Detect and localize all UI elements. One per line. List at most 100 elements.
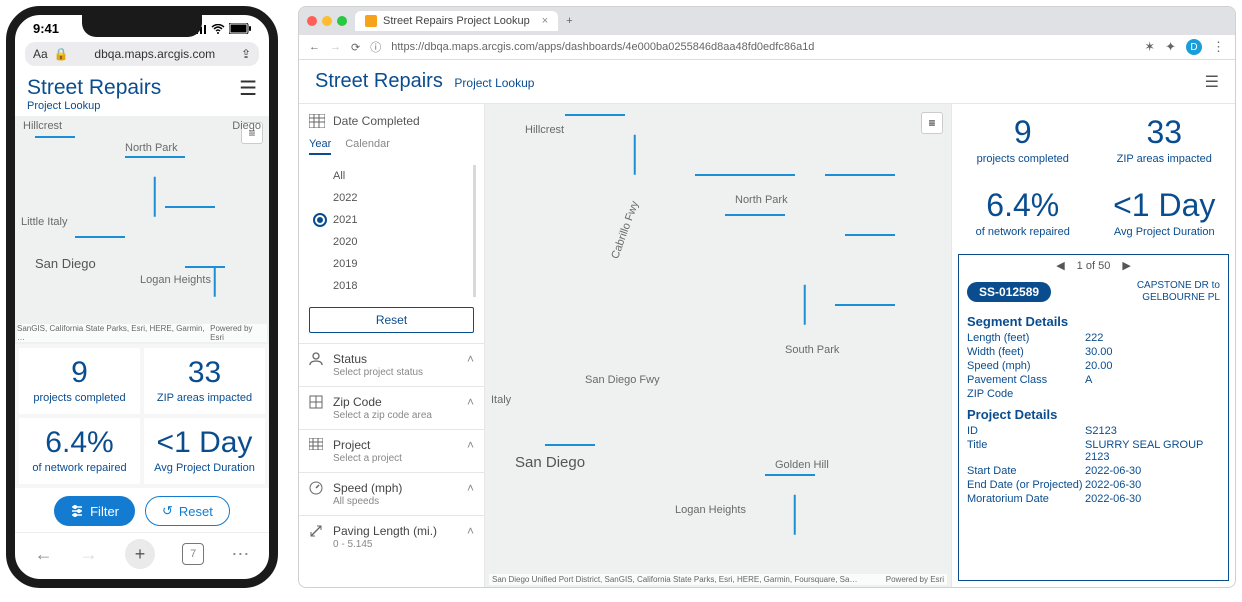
stat-label: Avg Project Duration — [1098, 226, 1232, 238]
bookmark-icon[interactable]: ✦ — [1165, 39, 1176, 55]
browser-window: Street Repairs Project Lookup × + ← → ⟳ … — [298, 6, 1236, 588]
url-field[interactable]: https://dbqa.maps.arcgis.com/apps/dashbo… — [391, 41, 1134, 53]
profile-avatar[interactable]: D — [1186, 39, 1202, 55]
map-label: Logan Heights — [140, 274, 211, 286]
filter-project[interactable]: Project Select a project ˄ — [299, 429, 484, 472]
browser-tab[interactable]: Street Repairs Project Lookup × — [355, 11, 558, 31]
stat-label: Avg Project Duration — [146, 462, 263, 474]
filter-paving-length[interactable]: Paving Length (mi.) 0 - 5.145 ˄ — [299, 515, 484, 558]
menu-icon[interactable]: ⋮ — [1212, 39, 1225, 55]
site-info-icon[interactable]: ⓘ — [370, 39, 381, 55]
year-option[interactable]: 2022 — [305, 187, 473, 209]
favicon-icon — [365, 15, 377, 27]
filter-title: Zip Code — [333, 395, 459, 409]
filter-date-completed: Date Completed — [299, 104, 484, 138]
filter-title: Paving Length (mi.) — [333, 524, 459, 538]
reload-icon[interactable]: ⟳ — [351, 41, 360, 54]
back-icon[interactable]: ← — [35, 544, 53, 565]
year-option[interactable]: 2018 — [305, 275, 473, 297]
forward-icon[interactable]: → — [80, 544, 98, 565]
lock-icon: 🔒 — [54, 47, 69, 61]
chevron-up-icon: ˄ — [467, 524, 474, 538]
forward-icon[interactable]: → — [330, 41, 341, 53]
map-label: North Park — [735, 194, 788, 206]
chevron-up-icon: ˄ — [467, 438, 474, 452]
map-label: San Diego — [515, 454, 585, 471]
filter-sub: Select a zip code area — [333, 410, 459, 421]
project-id-badge: SS-012589 — [967, 282, 1051, 302]
legend-button[interactable]: ≡ — [921, 112, 943, 134]
stat-label: ZIP areas impacted — [146, 392, 263, 404]
filter-sub: Select a project — [333, 453, 459, 464]
phone-map[interactable]: ≡ Hillcrest North Park Little Italy San … — [15, 116, 269, 344]
share-icon[interactable]: ⇪ — [241, 47, 251, 61]
sliders-icon — [70, 505, 84, 517]
new-tab-icon[interactable]: + — [566, 15, 572, 27]
map[interactable]: ≡ Hillcrest North Park San Diego Logan H… — [485, 104, 951, 587]
minimize-icon[interactable] — [322, 16, 332, 26]
grid-icon — [309, 438, 325, 450]
map-label: Hillcrest — [23, 120, 62, 132]
detail-row: Moratorium Date2022-06-30 — [959, 492, 1228, 506]
tabs-button[interactable]: 7 — [182, 543, 204, 565]
calendar-grid-icon — [309, 114, 325, 128]
right-column: 9 projects completed 33 ZIP areas impact… — [951, 104, 1235, 587]
map-label: Golden Hill — [775, 459, 829, 471]
filter-title: Speed (mph) — [333, 481, 459, 495]
back-icon[interactable]: ← — [309, 41, 320, 53]
expand-icon — [309, 524, 325, 538]
more-icon[interactable]: ⋯ — [231, 544, 249, 565]
tab-year[interactable]: Year — [309, 138, 331, 155]
detail-row: Speed (mph)20.00 — [959, 359, 1228, 373]
stat-value: 33 — [146, 356, 263, 390]
phone-urlbar[interactable]: Aa 🔒 dbqa.maps.arcgis.com ⇪ — [25, 42, 259, 66]
tab-calendar[interactable]: Calendar — [345, 138, 390, 155]
year-option[interactable]: 2021 — [305, 209, 473, 231]
year-option[interactable]: 2020 — [305, 231, 473, 253]
map-label: San Diego — [35, 256, 96, 271]
menu-icon[interactable]: ☰ — [1205, 72, 1219, 92]
wifi-icon — [211, 24, 225, 34]
filter-sub: 0 - 5.145 — [333, 539, 459, 550]
close-tab-icon[interactable]: × — [542, 15, 548, 27]
filter-sub: All speeds — [333, 496, 459, 507]
filter-title: Project — [333, 438, 459, 452]
phone-notch — [82, 15, 202, 37]
menu-icon[interactable]: ☰ — [239, 76, 257, 101]
year-option[interactable]: All — [305, 165, 473, 187]
map-label: North Park — [125, 142, 178, 154]
pager-next[interactable]: ▶ — [1122, 259, 1130, 272]
location-to: GELBOURNE PL — [1137, 292, 1220, 304]
stat-card: <1 Day Avg Project Duration — [1094, 177, 1236, 250]
reset-filters-button[interactable]: Reset — [309, 307, 474, 333]
reset-button[interactable]: ↺ Reset — [145, 496, 230, 526]
pager-text: 1 of 50 — [1077, 260, 1111, 272]
stat-label: of network repaired — [956, 226, 1090, 238]
filter-button[interactable]: Filter — [54, 496, 135, 526]
close-icon[interactable] — [307, 16, 317, 26]
zoom-icon[interactable] — [337, 16, 347, 26]
year-option[interactable]: 2019 — [305, 253, 473, 275]
map-label: Cabrillo Fwy — [609, 200, 641, 261]
filter-speed[interactable]: Speed (mph) All speeds ˄ — [299, 472, 484, 515]
phone-app-subtitle: Project Lookup — [27, 100, 161, 112]
map-label: Logan Heights — [675, 504, 746, 516]
main-content: Date Completed Year Calendar All 2022 20… — [299, 104, 1235, 587]
filter-zipcode[interactable]: Zip Code Select a zip code area ˄ — [299, 386, 484, 429]
filter-sub: Select project status — [333, 367, 459, 378]
stat-value: <1 Day — [1098, 187, 1232, 224]
extensions-icon[interactable]: ✶ — [1144, 39, 1155, 55]
detail-row: TitleSLURRY SEAL GROUP 2123 — [959, 438, 1228, 464]
map-attribution: San Diego Unified Port District, SanGIS,… — [492, 575, 857, 584]
map-icon — [309, 395, 325, 409]
filter-status[interactable]: Status Select project status ˄ — [299, 343, 484, 386]
stat-card: 9 projects completed — [952, 104, 1094, 177]
new-tab-button[interactable]: + — [125, 539, 155, 569]
chevron-up-icon: ˄ — [467, 352, 474, 366]
stat-label: ZIP areas impacted — [1098, 153, 1232, 165]
traffic-lights — [307, 16, 347, 26]
map-label: Diego — [232, 120, 261, 132]
pager-prev[interactable]: ◀ — [1056, 259, 1064, 272]
stat-value: 6.4% — [21, 426, 138, 460]
detail-row: Pavement ClassA — [959, 373, 1228, 387]
